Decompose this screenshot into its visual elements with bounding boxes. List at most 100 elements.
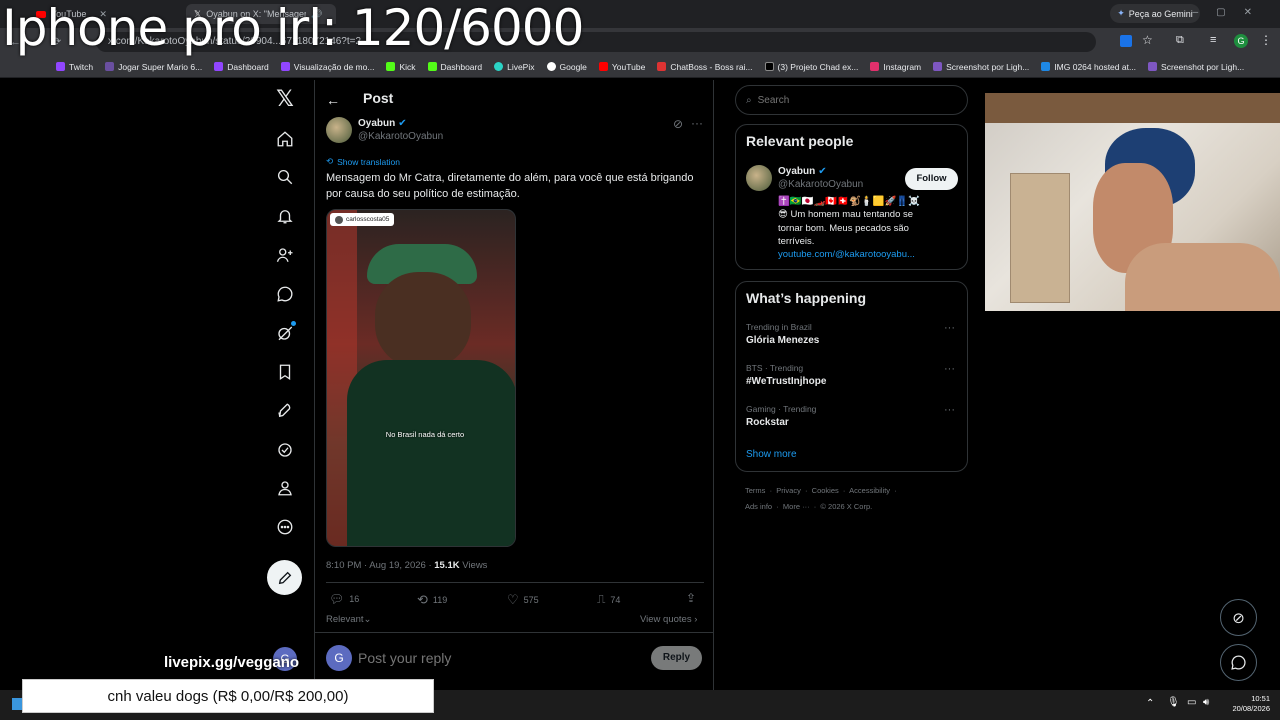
kick-icon — [427, 62, 437, 71]
reply-input[interactable] — [358, 648, 638, 668]
menu-kebab-icon[interactable]: ⋮ — [1260, 33, 1272, 47]
trend-item[interactable]: Trending in Brazil Glória Menezes ··· — [736, 320, 967, 358]
post-text: Mensagem do Mr Catra, diretamente do alé… — [326, 172, 694, 200]
more-options-icon[interactable] — [272, 514, 298, 540]
trend-more-icon[interactable]: ··· — [944, 322, 955, 334]
grok-icon[interactable] — [272, 320, 298, 346]
webcam-cabinet — [1010, 173, 1070, 303]
replies-sort-dropdown[interactable]: Relevant⌄ — [326, 614, 371, 625]
home-icon[interactable] — [272, 126, 298, 152]
verified-badge-icon: ✔ — [818, 166, 827, 177]
reply-avatar: G — [326, 645, 352, 671]
heart-icon: ♡ — [507, 592, 519, 607]
notifications-bell-icon[interactable] — [272, 203, 298, 229]
bookmark-item[interactable]: Twitch — [56, 62, 93, 72]
whats-happening-card: What’s happening Trending in Brazil Glór… — [735, 281, 968, 472]
post-timestamp[interactable]: 8:10 PM · Aug 19, 2026 · — [326, 560, 434, 571]
translate-icon: ⟲ — [326, 156, 334, 166]
show-more-link[interactable]: Show more — [746, 449, 797, 460]
trend-context: BTS · Trending — [746, 363, 804, 373]
bookmark-item[interactable]: Google — [546, 62, 587, 72]
bookmark-item[interactable]: Jogar Super Mario 6... — [105, 62, 202, 72]
profile-icon[interactable] — [272, 475, 298, 501]
compose-post-button[interactable] — [267, 560, 302, 595]
search-input[interactable] — [757, 94, 948, 106]
bookmark-item[interactable]: Screenshot por Ligh... — [933, 62, 1029, 72]
person-avatar[interactable] — [746, 165, 772, 191]
search-box[interactable]: ⌕ — [735, 85, 968, 115]
repost-action[interactable]: ⟲ 119 — [417, 592, 447, 608]
bookmark-item[interactable]: YouTube — [598, 62, 645, 72]
bookmark-item[interactable]: Screenshot por Ligh... — [1148, 62, 1244, 72]
back-arrow-icon[interactable]: ← — [326, 92, 340, 108]
show-translation-link[interactable]: ⟲ Show translation — [326, 156, 400, 167]
relevant-people-card: Relevant people Oyabun ✔ @KakarotoOyabun… — [735, 124, 968, 270]
lightshot-icon — [1148, 62, 1158, 71]
author-handle[interactable]: @KakarotoOyabun — [358, 131, 443, 142]
bookmark-action[interactable]: ⎍ 74 — [597, 592, 620, 607]
install-app-icon[interactable] — [1120, 35, 1132, 47]
microphone-icon[interactable]: 🎙︎ — [1167, 697, 1180, 708]
bookmark-item[interactable]: IMG 0264 hosted at... — [1041, 62, 1136, 72]
kick-icon — [386, 62, 396, 71]
livepix-icon — [494, 62, 504, 71]
x-logo-icon[interactable]: 𝕏 — [272, 86, 298, 112]
video-shirt — [347, 360, 515, 546]
chevron-down-icon: ⌄ — [363, 614, 372, 625]
reply-action[interactable]: 💬︎ 16 — [329, 592, 359, 606]
author-avatar[interactable] — [326, 117, 352, 143]
grok-explain-icon[interactable]: ⊘ — [673, 117, 683, 131]
person-name-row[interactable]: Oyabun ✔ — [778, 166, 827, 177]
follow-button[interactable]: Follow — [905, 168, 958, 190]
footer-links-line1[interactable]: Terms · Privacy · Cookies · Accessibilit… — [745, 486, 897, 495]
footer-links-line2[interactable]: Ads info · More ··· · © 2026 X Corp. — [745, 502, 872, 511]
compose-icon — [278, 571, 291, 584]
verified-icon[interactable] — [272, 437, 298, 463]
bookmark-item[interactable]: Dashboard — [214, 62, 269, 72]
game-icon — [105, 62, 115, 71]
gemini-button[interactable]: ✦ Peça ao Gemini — [1110, 4, 1200, 23]
clock[interactable]: 10:51 20/08/2026 — [1226, 694, 1270, 714]
bookmarks-icon[interactable] — [272, 359, 298, 385]
search-icon[interactable] — [272, 164, 298, 190]
bookmark-item[interactable]: Instagram — [870, 62, 921, 72]
author-name-row[interactable]: Oyabun ✔ — [358, 118, 407, 129]
volume-icon[interactable]: 🔊︎ — [1203, 697, 1209, 708]
messages-icon[interactable] — [272, 281, 298, 307]
view-quotes-link[interactable]: View quotes › — [640, 614, 697, 625]
extensions-icon[interactable]: ⧉ — [1176, 34, 1184, 47]
reading-list-icon[interactable]: ≡ — [1210, 34, 1216, 46]
like-action[interactable]: ♡ 575 — [507, 592, 539, 608]
twitch-icon — [56, 62, 65, 71]
share-icon[interactable]: ⇪ — [686, 591, 696, 605]
bookmark-item[interactable]: LivePix — [494, 62, 535, 72]
profile-avatar[interactable]: G — [1234, 34, 1248, 48]
grok-floating-button[interactable]: ⊘ — [1220, 599, 1257, 636]
follow-people-icon[interactable] — [272, 242, 298, 268]
bookmark-item[interactable]: Kick — [386, 62, 416, 72]
bookmark-star-icon[interactable]: ☆ — [1142, 33, 1153, 47]
bookmark-item[interactable]: (3) Projeto Chad ex... — [764, 62, 858, 72]
reply-button[interactable]: Reply — [651, 646, 702, 670]
trend-item[interactable]: BTS · Trending #WeTrustInjhope ··· — [736, 361, 967, 399]
person-link[interactable]: youtube.com/@kakarotooyabu... — [778, 249, 915, 260]
trend-name: Glória Menezes — [746, 335, 820, 346]
rocket-icon[interactable] — [272, 398, 298, 424]
window-controls[interactable]: –▢✕ — [1193, 7, 1270, 18]
trend-more-icon[interactable]: ··· — [944, 404, 955, 416]
display-icon[interactable]: ▭ — [1187, 697, 1196, 708]
post-more-icon[interactable]: ··· — [691, 116, 703, 130]
page-title: Post — [363, 90, 394, 106]
webcam-overlay — [985, 93, 1280, 311]
instagram-icon — [870, 62, 880, 71]
x-logo-icon — [764, 62, 774, 71]
trend-more-icon[interactable]: ··· — [944, 363, 955, 375]
bookmarks-bar: Twitch Jogar Super Mario 6... Dashboard … — [0, 56, 1280, 78]
trend-item[interactable]: Gaming · Trending Rockstar ··· — [736, 402, 967, 440]
chat-floating-button[interactable] — [1220, 644, 1257, 681]
bookmark-item[interactable]: Visualização de mo... — [280, 62, 374, 72]
bookmark-item[interactable]: ChatBoss - Boss rai... — [657, 62, 753, 72]
bookmark-item[interactable]: Dashboard — [427, 62, 482, 72]
chevron-up-icon[interactable]: ⌃ — [1146, 698, 1154, 709]
post-video[interactable]: carlosscosta05 No Brasil nada dá certo — [326, 209, 516, 547]
